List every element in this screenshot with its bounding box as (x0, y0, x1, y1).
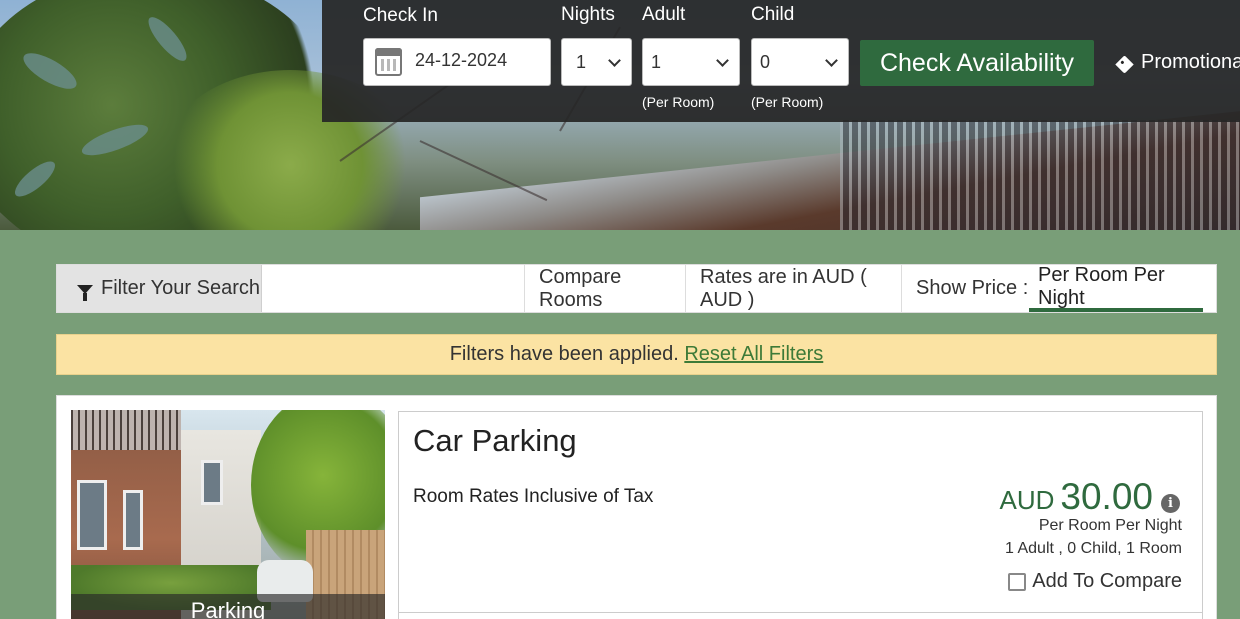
tax-note: Room Rates Inclusive of Tax (413, 486, 654, 507)
hero-balcony-lace (840, 120, 1240, 230)
child-per-room-note: (Per Room) (751, 94, 824, 110)
compare-rooms-button[interactable]: Compare Rooms (524, 265, 685, 312)
filter-bar: Filter Your Search Compare Rooms Rates a… (56, 264, 1217, 313)
divider (399, 612, 1202, 613)
child-label: Child (751, 4, 795, 25)
photo-balcony (71, 410, 181, 450)
photo-window (201, 460, 223, 505)
tab-per-room-per-night[interactable]: Per Room Per Night (1029, 263, 1203, 312)
child-value: 0 (760, 51, 771, 72)
nights-value: 1 (576, 51, 587, 72)
currency-selector[interactable]: Rates are in AUD ( AUD ) (685, 265, 901, 312)
chevron-down-icon (608, 54, 621, 67)
room-card: Parking Car Parking Room Rates Inclusive… (56, 395, 1217, 619)
rates-label: Rates are in AUD ( AUD ) (700, 265, 867, 311)
child-select[interactable]: 0 (751, 38, 849, 86)
calendar-icon[interactable] (375, 48, 402, 76)
promotional-link[interactable]: Promotional (1115, 51, 1240, 74)
nights-select[interactable]: 1 (561, 38, 632, 86)
adult-select[interactable]: 1 (642, 38, 740, 86)
compare-rooms-label: Compare Rooms (539, 265, 622, 311)
check-availability-button[interactable]: Check Availability (860, 40, 1094, 86)
room-title: Car Parking (413, 423, 577, 458)
adult-value: 1 (651, 51, 662, 72)
show-price-label: Show Price : (916, 277, 1029, 299)
info-icon[interactable]: i (1161, 494, 1180, 513)
check-in-date-field[interactable]: 24-12-2024 (363, 38, 551, 86)
chevron-down-icon (825, 54, 838, 67)
promotional-label: Promotional (1141, 51, 1240, 73)
booking-bar: Check In 24-12-2024 Nights 1 Adult 1 (Pe… (322, 0, 1240, 122)
nights-label: Nights (561, 4, 615, 25)
photo-caption: Parking (71, 594, 385, 619)
add-to-compare-label: Add To Compare (1032, 570, 1182, 592)
chevron-down-icon (716, 54, 729, 67)
room-photo[interactable]: Parking (71, 410, 385, 619)
room-price: AUD 30.00 i (999, 476, 1180, 518)
filter-your-search-button[interactable]: Filter Your Search (57, 265, 262, 312)
room-detail-panel: Car Parking Room Rates Inclusive of Tax … (398, 411, 1203, 619)
price-amount: 30.00 (1060, 476, 1153, 517)
photo-window (123, 490, 143, 550)
add-to-compare[interactable]: Add To Compare (1008, 570, 1182, 593)
show-price-label-cell: Show Price : (901, 265, 1029, 312)
adult-label: Adult (642, 4, 686, 25)
filter-label: Filter Your Search (101, 277, 260, 299)
price-per-text: Per Room Per Night (1038, 517, 1182, 534)
filters-notice: Filters have been applied. Reset All Fil… (56, 334, 1217, 375)
filters-notice-text: Filters have been applied. (449, 343, 679, 365)
filter-icon (77, 285, 93, 301)
reset-filters-link[interactable]: Reset All Filters (684, 343, 823, 365)
adult-per-room-note: (Per Room) (642, 94, 715, 110)
price-currency: AUD (999, 485, 1055, 515)
occupancy-text: 1 Adult , 0 Child, 1 Room (1005, 540, 1182, 557)
photo-window (77, 480, 107, 550)
tag-icon (1115, 54, 1134, 74)
check-in-label: Check In (363, 5, 438, 26)
check-in-date-value: 24-12-2024 (415, 50, 508, 70)
per-room-per-night-label: Per Room Per Night (1038, 263, 1165, 309)
checkbox-icon[interactable] (1008, 572, 1027, 591)
